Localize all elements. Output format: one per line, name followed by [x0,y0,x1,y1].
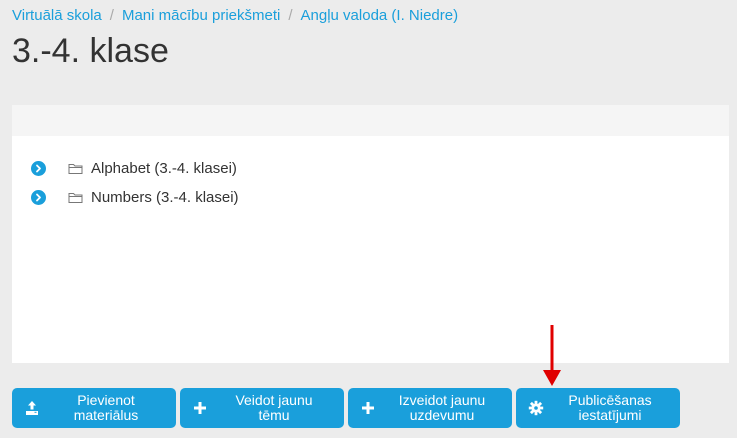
breadcrumb-item-english[interactable]: Angļu valoda (I. Niedre) [301,7,459,24]
new-topic-button[interactable]: Veidot jaunu tēmu [180,388,344,428]
breadcrumb-separator: / [288,7,293,24]
new-task-button[interactable]: Izveidot jaunu uzdevumu [348,388,512,428]
expand-arrow-icon[interactable] [31,190,46,205]
gear-icon [516,400,552,416]
folder-icon [68,162,83,175]
breadcrumb-item-virtual-school[interactable]: Virtuālā skola [12,7,102,24]
annotation-arrow-icon [543,325,561,386]
upload-icon [12,400,48,416]
add-materials-button[interactable]: Pievienot materiālus [12,388,176,428]
add-materials-label: Pievienot materiālus [73,392,139,423]
expand-arrow-icon[interactable] [31,161,46,176]
content-panel: Alphabet (3.-4. klasei) Numbers (3.-4. k… [12,105,729,363]
tree-item-label[interactable]: Numbers (3.-4. klasei) [91,189,239,206]
breadcrumb: Virtuālā skola / Mani mācību priekšmeti / An… [12,7,458,24]
new-task-label: Izveidot jaunu uzdevumu [398,392,486,423]
tree-item-label[interactable]: Alphabet (3.-4. klasei) [91,160,237,177]
breadcrumb-item-my-subjects[interactable]: Mani mācību priekšmeti [122,7,280,24]
panel-header [12,105,729,136]
tree-item[interactable]: Alphabet (3.-4. klasei) [12,154,729,183]
publish-settings-button[interactable]: Publicēšanas iestatījumi [516,388,680,428]
plus-icon [348,401,384,415]
publish-settings-label: Publicēšanas iestatījumi [568,392,652,423]
tree-item[interactable]: Numbers (3.-4. klasei) [12,183,729,212]
action-bar: Pievienot materiālus Veidot jaunu tēmu Izv… [12,388,680,428]
page-title: 3.-4. klase [12,32,169,70]
breadcrumb-separator: / [109,7,114,24]
new-topic-label: Veidot jaunu tēmu [235,392,313,423]
plus-icon [180,401,216,415]
topic-tree: Alphabet (3.-4. klasei) Numbers (3.-4. k… [12,136,729,212]
folder-icon [68,191,83,204]
